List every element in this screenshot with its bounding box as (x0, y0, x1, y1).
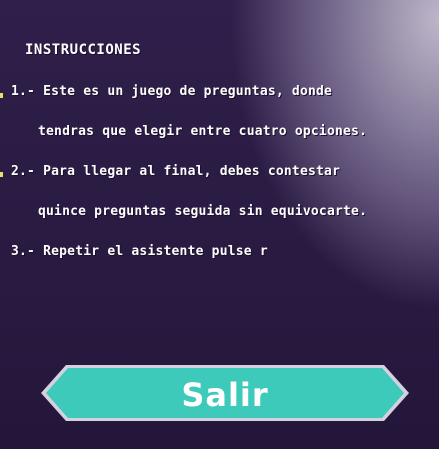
instructions-screen: INSTRUCCIONES 1.- Este es un juego de pr… (0, 0, 439, 449)
instruction-2-line-1: 2.- Para llegar al final, debes contesta… (11, 164, 341, 179)
instruction-3-line-1: 3.- Repetir el asistente pulse r (11, 244, 268, 259)
left-edge-marker (0, 93, 3, 98)
instruction-1-line-1: 1.- Este es un juego de preguntas, donde (11, 84, 333, 99)
salir-button-label: Salir (181, 376, 269, 414)
left-edge-marker (0, 172, 3, 177)
instruction-2-line-2: quince preguntas seguida sin equivocarte… (38, 204, 368, 219)
salir-button[interactable]: Salir (40, 364, 410, 422)
instructions-title: INSTRUCCIONES (25, 42, 142, 58)
instruction-1-line-2: tendras que elegir entre cuatro opciones… (38, 124, 368, 139)
